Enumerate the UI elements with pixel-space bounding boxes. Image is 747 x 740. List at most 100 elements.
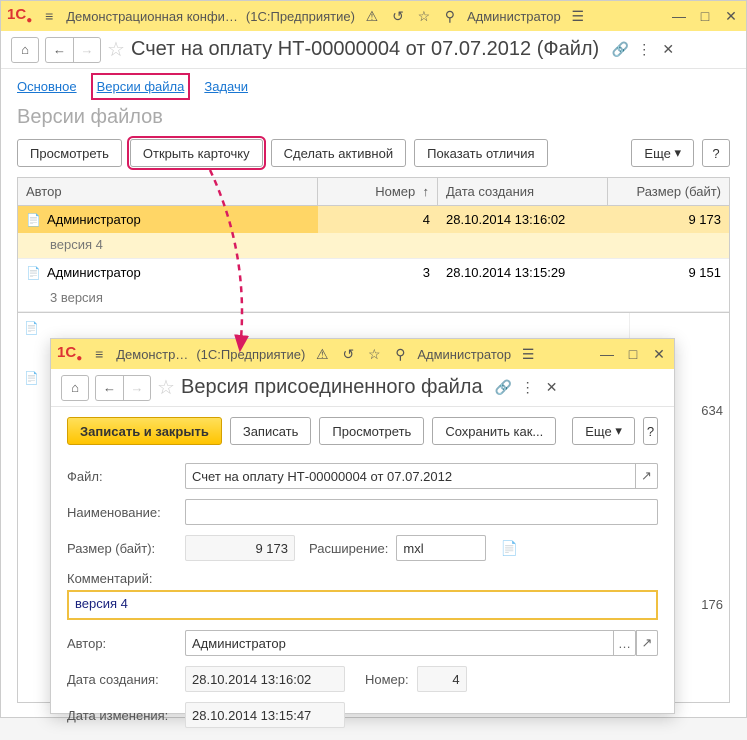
help-button[interactable]: ? [702,139,730,167]
table-row[interactable]: 📄Администратор 4 28.10.2014 13:16:02 9 1… [18,206,729,259]
page-title: Счет на оплату НТ-00000004 от 07.07.2012… [131,38,599,61]
more-button[interactable]: Еще ▾ [572,417,635,445]
search-icon[interactable]: ⚲ [391,345,409,363]
search-icon[interactable]: ⚲ [441,7,459,25]
col-date[interactable]: Дата создания [438,178,608,205]
app-suffix: (1С:Предприятие) [246,9,355,24]
user-label[interactable]: Администратор [467,9,561,24]
help-button[interactable]: ? [643,417,658,445]
close-page-icon[interactable]: ✕ [543,379,561,397]
label-ext: Расширение: [309,541,388,556]
save-as-button[interactable]: Сохранить как... [432,417,556,445]
favorite-icon[interactable]: ☆ [107,41,125,59]
minimize-icon[interactable]: — [670,7,688,25]
make-active-button[interactable]: Сделать активной [271,139,407,167]
save-close-button[interactable]: Записать и закрыть [67,417,222,445]
col-author[interactable]: Автор [18,178,318,205]
show-diff-button[interactable]: Показать отличия [414,139,547,167]
star-icon[interactable]: ☆ [415,7,433,25]
label-name: Наименование: [67,505,177,520]
sub-window: 1C● ≡ Демонстр… (1С:Предприятие) ⚠ ↺ ☆ ⚲… [50,338,675,714]
open-card-button[interactable]: Открыть карточку [130,139,263,167]
main-titlebar: 1C● ≡ Демонстрационная конфи… (1С:Предпр… [1,1,746,31]
sub-titlebar: 1C● ≡ Демонстр… (1С:Предприятие) ⚠ ↺ ☆ ⚲… [51,339,674,369]
forward-button[interactable]: → [73,37,101,63]
history-icon[interactable]: ↺ [389,7,407,25]
modified-field: 28.10.2014 13:15:47 [185,702,345,728]
sub-toolbar: Записать и закрыть Записать Просмотреть … [51,407,674,455]
more-button[interactable]: Еще ▾ [631,139,694,167]
label-file: Файл: [67,469,177,484]
bell-icon[interactable]: ⚠ [313,345,331,363]
menu-icon[interactable]: ≡ [40,7,58,25]
kebab-icon[interactable]: ⋮ [635,41,653,59]
tabs: Основное Версии файла Задачи [1,69,746,100]
filter-icon[interactable]: ☰ [519,345,537,363]
form: Файл: Счет на оплату НТ-00000004 от 07.0… [51,455,674,740]
label-comment: Комментарий: [67,571,177,586]
kebab-icon[interactable]: ⋮ [519,379,537,397]
col-size[interactable]: Размер (байт) [608,178,729,205]
close-icon[interactable]: ✕ [722,7,740,25]
author-field[interactable]: Администратор [185,630,614,656]
home-button[interactable]: ⌂ [61,375,89,401]
close-page-icon[interactable]: ✕ [659,41,677,59]
link-icon[interactable]: 🔗 [495,379,513,397]
grid-header: Автор Номер ↑ Дата создания Размер (байт… [18,178,729,206]
star-icon[interactable]: ☆ [365,345,383,363]
forward-button[interactable]: → [123,375,151,401]
back-button[interactable]: ← [95,375,123,401]
ext-action-icon[interactable]: 📄 [500,539,518,557]
comment-field[interactable]: версия 4 [67,590,658,620]
menu-icon[interactable]: ≡ [90,345,108,363]
view-button[interactable]: Просмотреть [319,417,424,445]
size-field: 9 173 [185,535,295,561]
label-created: Дата создания: [67,672,177,687]
logo-icon: 1C● [57,344,82,364]
ext-field[interactable]: mxl [396,535,486,561]
page-title: Версия присоединенного файла [181,376,483,399]
tab-versions[interactable]: Версии файла [97,79,185,94]
home-button[interactable]: ⌂ [11,37,39,63]
label-modified: Дата изменения: [67,708,177,723]
app-suffix: (1С:Предприятие) [196,347,305,362]
label-num: Номер: [365,672,409,687]
app-title: Демонстр… [116,347,188,362]
minimize-icon[interactable]: — [598,345,616,363]
versions-grid: Автор Номер ↑ Дата создания Размер (байт… [17,177,730,313]
bell-icon[interactable]: ⚠ [363,7,381,25]
author-open-icon[interactable]: ↗ [636,630,658,656]
file-icon: 📄 [24,321,39,335]
name-field[interactable] [185,499,658,525]
logo-icon: 1C● [7,6,32,26]
save-button[interactable]: Записать [230,417,312,445]
label-author: Автор: [67,636,177,651]
file-icon: 📄 [26,213,41,227]
file-icon: 📄 [24,371,39,385]
maximize-icon[interactable]: □ [696,7,714,25]
favorite-icon[interactable]: ☆ [157,379,175,397]
maximize-icon[interactable]: □ [624,345,642,363]
main-toolbar: Просмотреть Открыть карточку Сделать акт… [1,139,746,177]
close-icon[interactable]: ✕ [650,345,668,363]
num-field: 4 [417,666,467,692]
history-icon[interactable]: ↺ [339,345,357,363]
view-button[interactable]: Просмотреть [17,139,122,167]
tab-main[interactable]: Основное [17,79,77,94]
col-number[interactable]: Номер ↑ [318,178,438,205]
file-icon: 📄 [26,266,41,280]
user-label[interactable]: Администратор [417,347,511,362]
label-size: Размер (байт): [67,541,177,556]
tab-tasks[interactable]: Задачи [204,79,248,94]
filter-icon[interactable]: ☰ [569,7,587,25]
table-row[interactable]: 📄Администратор 3 28.10.2014 13:15:29 9 1… [18,259,729,312]
main-header: ⌂ ← → ☆ Счет на оплату НТ-00000004 от 07… [1,31,746,69]
back-button[interactable]: ← [45,37,73,63]
file-field[interactable]: Счет на оплату НТ-00000004 от 07.07.2012 [185,463,636,489]
link-icon[interactable]: 🔗 [611,41,629,59]
section-heading: Версии файлов [1,100,746,139]
sub-header: ⌂ ← → ☆ Версия присоединенного файла 🔗 ⋮… [51,369,674,407]
author-lookup-icon[interactable]: … [614,630,636,656]
app-title: Демонстрационная конфи… [66,9,238,24]
open-file-icon[interactable]: ↗ [636,463,658,489]
